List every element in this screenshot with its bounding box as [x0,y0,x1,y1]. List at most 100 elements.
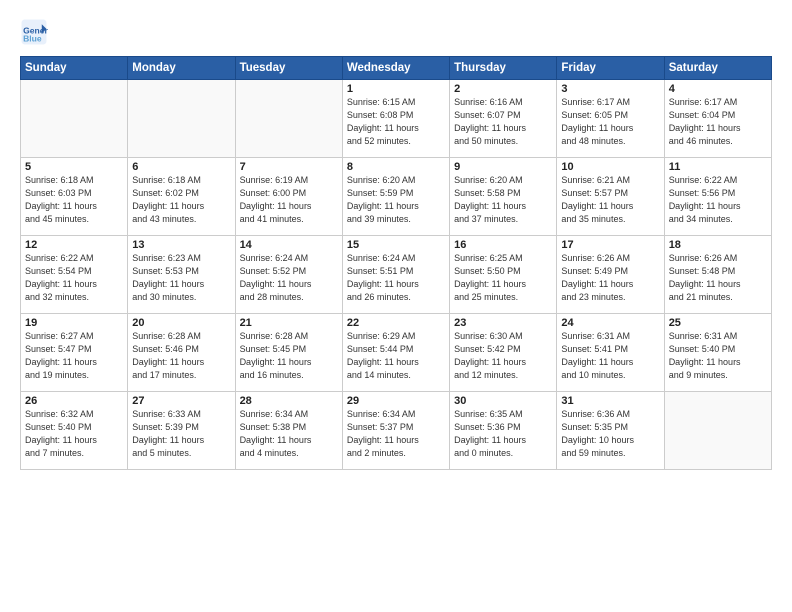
day-number: 12 [25,239,123,251]
cell-info: Sunrise: 6:32 AMSunset: 5:40 PMDaylight:… [25,408,123,460]
calendar-cell: 20Sunrise: 6:28 AMSunset: 5:46 PMDayligh… [128,314,235,392]
day-number: 17 [561,239,659,251]
cell-info: Sunrise: 6:24 AMSunset: 5:52 PMDaylight:… [240,252,338,304]
day-number: 9 [454,161,552,173]
cell-info: Sunrise: 6:28 AMSunset: 5:46 PMDaylight:… [132,330,230,382]
calendar-cell: 23Sunrise: 6:30 AMSunset: 5:42 PMDayligh… [450,314,557,392]
week-row-2: 5Sunrise: 6:18 AMSunset: 6:03 PMDaylight… [21,158,772,236]
cell-info: Sunrise: 6:26 AMSunset: 5:48 PMDaylight:… [669,252,767,304]
calendar-cell [21,80,128,158]
cell-info: Sunrise: 6:33 AMSunset: 5:39 PMDaylight:… [132,408,230,460]
day-number: 4 [669,83,767,95]
cell-info: Sunrise: 6:27 AMSunset: 5:47 PMDaylight:… [25,330,123,382]
day-number: 6 [132,161,230,173]
cell-info: Sunrise: 6:29 AMSunset: 5:44 PMDaylight:… [347,330,445,382]
week-row-1: 1Sunrise: 6:15 AMSunset: 6:08 PMDaylight… [21,80,772,158]
day-number: 16 [454,239,552,251]
day-number: 19 [25,317,123,329]
calendar-cell: 2Sunrise: 6:16 AMSunset: 6:07 PMDaylight… [450,80,557,158]
calendar-cell: 19Sunrise: 6:27 AMSunset: 5:47 PMDayligh… [21,314,128,392]
calendar-cell: 16Sunrise: 6:25 AMSunset: 5:50 PMDayligh… [450,236,557,314]
calendar-cell: 24Sunrise: 6:31 AMSunset: 5:41 PMDayligh… [557,314,664,392]
cell-info: Sunrise: 6:31 AMSunset: 5:41 PMDaylight:… [561,330,659,382]
calendar-cell: 15Sunrise: 6:24 AMSunset: 5:51 PMDayligh… [342,236,449,314]
col-header-sunday: Sunday [21,57,128,80]
header: General Blue [20,18,772,46]
day-number: 2 [454,83,552,95]
calendar-cell: 26Sunrise: 6:32 AMSunset: 5:40 PMDayligh… [21,392,128,470]
day-number: 3 [561,83,659,95]
col-header-saturday: Saturday [664,57,771,80]
svg-text:Blue: Blue [23,33,42,43]
col-header-tuesday: Tuesday [235,57,342,80]
cell-info: Sunrise: 6:22 AMSunset: 5:56 PMDaylight:… [669,174,767,226]
calendar-cell: 22Sunrise: 6:29 AMSunset: 5:44 PMDayligh… [342,314,449,392]
calendar-cell: 9Sunrise: 6:20 AMSunset: 5:58 PMDaylight… [450,158,557,236]
cell-info: Sunrise: 6:24 AMSunset: 5:51 PMDaylight:… [347,252,445,304]
calendar-cell: 25Sunrise: 6:31 AMSunset: 5:40 PMDayligh… [664,314,771,392]
cell-info: Sunrise: 6:28 AMSunset: 5:45 PMDaylight:… [240,330,338,382]
day-number: 21 [240,317,338,329]
cell-info: Sunrise: 6:16 AMSunset: 6:07 PMDaylight:… [454,96,552,148]
day-number: 25 [669,317,767,329]
cell-info: Sunrise: 6:35 AMSunset: 5:36 PMDaylight:… [454,408,552,460]
cell-info: Sunrise: 6:19 AMSunset: 6:00 PMDaylight:… [240,174,338,226]
calendar-cell: 17Sunrise: 6:26 AMSunset: 5:49 PMDayligh… [557,236,664,314]
calendar-cell: 5Sunrise: 6:18 AMSunset: 6:03 PMDaylight… [21,158,128,236]
calendar-header-row: SundayMondayTuesdayWednesdayThursdayFrid… [21,57,772,80]
day-number: 18 [669,239,767,251]
cell-info: Sunrise: 6:26 AMSunset: 5:49 PMDaylight:… [561,252,659,304]
calendar-cell: 14Sunrise: 6:24 AMSunset: 5:52 PMDayligh… [235,236,342,314]
day-number: 24 [561,317,659,329]
calendar-cell: 8Sunrise: 6:20 AMSunset: 5:59 PMDaylight… [342,158,449,236]
calendar-cell: 28Sunrise: 6:34 AMSunset: 5:38 PMDayligh… [235,392,342,470]
cell-info: Sunrise: 6:31 AMSunset: 5:40 PMDaylight:… [669,330,767,382]
cell-info: Sunrise: 6:36 AMSunset: 5:35 PMDaylight:… [561,408,659,460]
calendar-cell: 1Sunrise: 6:15 AMSunset: 6:08 PMDaylight… [342,80,449,158]
calendar-cell: 6Sunrise: 6:18 AMSunset: 6:02 PMDaylight… [128,158,235,236]
calendar-cell: 30Sunrise: 6:35 AMSunset: 5:36 PMDayligh… [450,392,557,470]
cell-info: Sunrise: 6:20 AMSunset: 5:59 PMDaylight:… [347,174,445,226]
calendar-cell: 13Sunrise: 6:23 AMSunset: 5:53 PMDayligh… [128,236,235,314]
calendar-cell: 4Sunrise: 6:17 AMSunset: 6:04 PMDaylight… [664,80,771,158]
cell-info: Sunrise: 6:23 AMSunset: 5:53 PMDaylight:… [132,252,230,304]
calendar-cell: 29Sunrise: 6:34 AMSunset: 5:37 PMDayligh… [342,392,449,470]
col-header-monday: Monday [128,57,235,80]
day-number: 7 [240,161,338,173]
calendar-cell [664,392,771,470]
cell-info: Sunrise: 6:20 AMSunset: 5:58 PMDaylight:… [454,174,552,226]
col-header-thursday: Thursday [450,57,557,80]
cell-info: Sunrise: 6:21 AMSunset: 5:57 PMDaylight:… [561,174,659,226]
day-number: 10 [561,161,659,173]
calendar-cell: 18Sunrise: 6:26 AMSunset: 5:48 PMDayligh… [664,236,771,314]
day-number: 13 [132,239,230,251]
week-row-3: 12Sunrise: 6:22 AMSunset: 5:54 PMDayligh… [21,236,772,314]
cell-info: Sunrise: 6:18 AMSunset: 6:02 PMDaylight:… [132,174,230,226]
day-number: 8 [347,161,445,173]
day-number: 1 [347,83,445,95]
logo: General Blue [20,18,54,46]
day-number: 20 [132,317,230,329]
day-number: 15 [347,239,445,251]
day-number: 28 [240,395,338,407]
calendar: SundayMondayTuesdayWednesdayThursdayFrid… [20,56,772,470]
calendar-cell [235,80,342,158]
col-header-wednesday: Wednesday [342,57,449,80]
calendar-cell: 21Sunrise: 6:28 AMSunset: 5:45 PMDayligh… [235,314,342,392]
day-number: 30 [454,395,552,407]
col-header-friday: Friday [557,57,664,80]
day-number: 31 [561,395,659,407]
cell-info: Sunrise: 6:17 AMSunset: 6:04 PMDaylight:… [669,96,767,148]
cell-info: Sunrise: 6:18 AMSunset: 6:03 PMDaylight:… [25,174,123,226]
day-number: 26 [25,395,123,407]
day-number: 27 [132,395,230,407]
calendar-cell: 10Sunrise: 6:21 AMSunset: 5:57 PMDayligh… [557,158,664,236]
day-number: 29 [347,395,445,407]
day-number: 22 [347,317,445,329]
week-row-4: 19Sunrise: 6:27 AMSunset: 5:47 PMDayligh… [21,314,772,392]
calendar-cell: 11Sunrise: 6:22 AMSunset: 5:56 PMDayligh… [664,158,771,236]
day-number: 14 [240,239,338,251]
cell-info: Sunrise: 6:17 AMSunset: 6:05 PMDaylight:… [561,96,659,148]
cell-info: Sunrise: 6:34 AMSunset: 5:38 PMDaylight:… [240,408,338,460]
calendar-cell: 12Sunrise: 6:22 AMSunset: 5:54 PMDayligh… [21,236,128,314]
